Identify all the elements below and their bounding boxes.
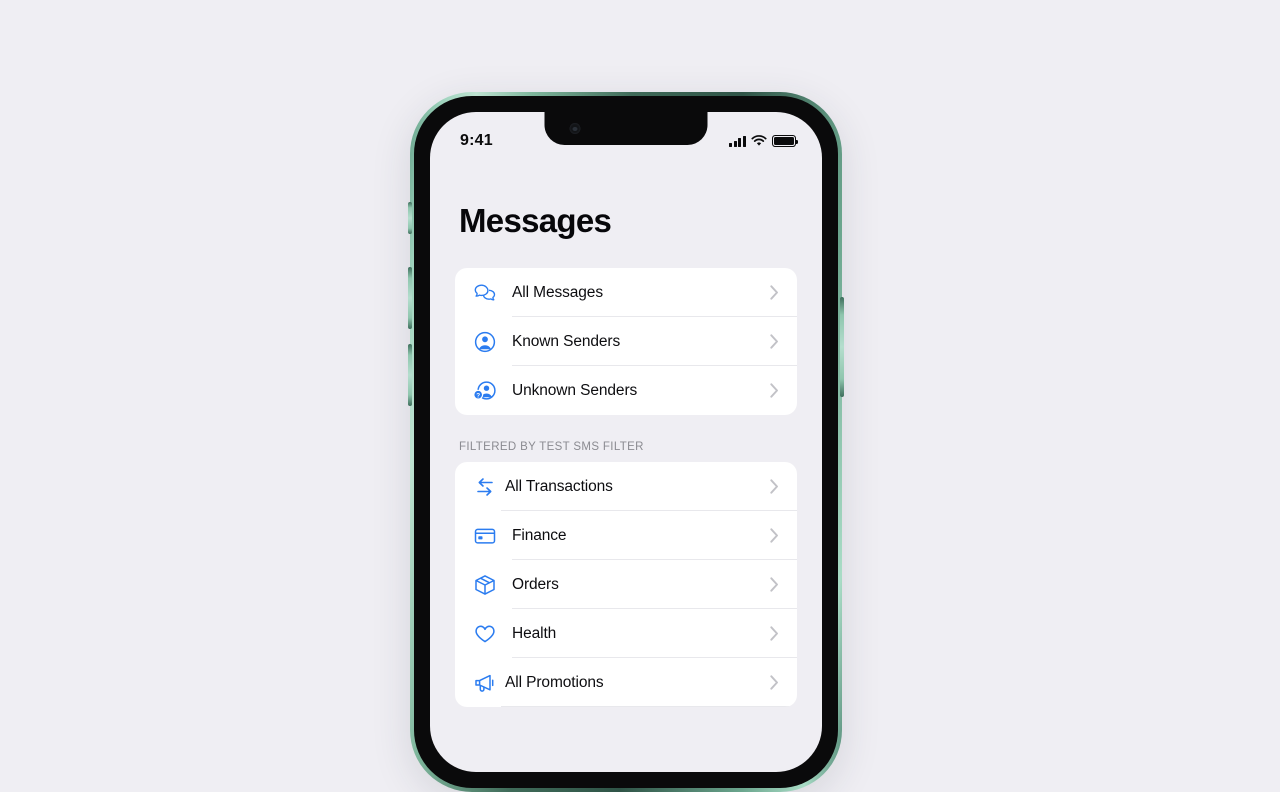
signal-bars-icon bbox=[729, 135, 746, 147]
package-box-icon bbox=[470, 574, 500, 596]
chevron-right-icon bbox=[770, 383, 779, 398]
list-item-unknown-senders[interactable]: ? Unknown Senders bbox=[455, 366, 797, 415]
messages-screen-content: Messages All Messages Known Senders ? Un… bbox=[430, 158, 822, 772]
display-notch bbox=[544, 112, 708, 145]
person-question-icon: ? bbox=[470, 380, 500, 402]
chevron-right-icon bbox=[770, 285, 779, 300]
list-item-all-promotions[interactable]: All Promotions bbox=[455, 658, 797, 707]
svg-text:?: ? bbox=[476, 392, 480, 399]
page-title: Messages bbox=[459, 202, 612, 239]
list-item-known-senders[interactable]: Known Senders bbox=[455, 317, 797, 366]
list-item-label: Finance bbox=[512, 526, 567, 544]
phone-screen: 9:41 Messages All Messages Known Senders… bbox=[430, 112, 822, 772]
chevron-right-icon bbox=[770, 479, 779, 494]
volume-up-button[interactable] bbox=[408, 267, 412, 329]
battery-icon bbox=[772, 135, 799, 147]
status-bar-time: 9:41 bbox=[460, 132, 493, 149]
status-bar-indicators bbox=[729, 135, 799, 147]
two-speech-bubbles-icon bbox=[470, 283, 500, 303]
filtered-list-group: All Transactions Finance Orders Health A… bbox=[455, 462, 797, 707]
list-item-finance[interactable]: Finance bbox=[455, 511, 797, 560]
chevron-right-icon bbox=[770, 528, 779, 543]
list-item-health[interactable]: Health bbox=[455, 609, 797, 658]
list-item-label: Unknown Senders bbox=[512, 381, 638, 399]
megaphone-icon bbox=[470, 672, 500, 694]
mute-switch-button[interactable] bbox=[408, 202, 412, 234]
list-item-all-transactions[interactable]: All Transactions bbox=[455, 462, 797, 511]
chevron-right-icon bbox=[770, 675, 779, 690]
phone-device: 9:41 Messages All Messages Known Senders… bbox=[408, 92, 844, 792]
list-item-label: All Promotions bbox=[505, 673, 604, 691]
front-camera-icon bbox=[569, 123, 581, 134]
power-button[interactable] bbox=[840, 297, 844, 397]
section-header-filtered-by: Filtered by Test SMS Filter bbox=[459, 441, 644, 453]
phone-bezel: 9:41 Messages All Messages Known Senders… bbox=[414, 96, 838, 788]
list-item-label: All Transactions bbox=[505, 477, 613, 495]
wifi-icon bbox=[751, 135, 767, 146]
chevron-right-icon bbox=[770, 334, 779, 349]
list-item-all-messages[interactable]: All Messages bbox=[455, 268, 797, 317]
volume-down-button[interactable] bbox=[408, 344, 412, 406]
list-item-label: All Messages bbox=[512, 283, 603, 301]
chevron-right-icon bbox=[770, 626, 779, 641]
chevron-right-icon bbox=[770, 577, 779, 592]
senders-list-group: All Messages Known Senders ? Unknown Sen… bbox=[455, 268, 797, 415]
heart-icon bbox=[470, 624, 500, 644]
person-circle-icon bbox=[470, 331, 500, 353]
list-item-label: Orders bbox=[512, 575, 559, 593]
list-item-label: Health bbox=[512, 624, 557, 642]
exchange-arrows-icon bbox=[470, 476, 500, 498]
list-item-orders[interactable]: Orders bbox=[455, 560, 797, 609]
battery-fill bbox=[774, 137, 794, 145]
credit-card-icon bbox=[470, 527, 500, 545]
list-item-label: Known Senders bbox=[512, 332, 621, 350]
